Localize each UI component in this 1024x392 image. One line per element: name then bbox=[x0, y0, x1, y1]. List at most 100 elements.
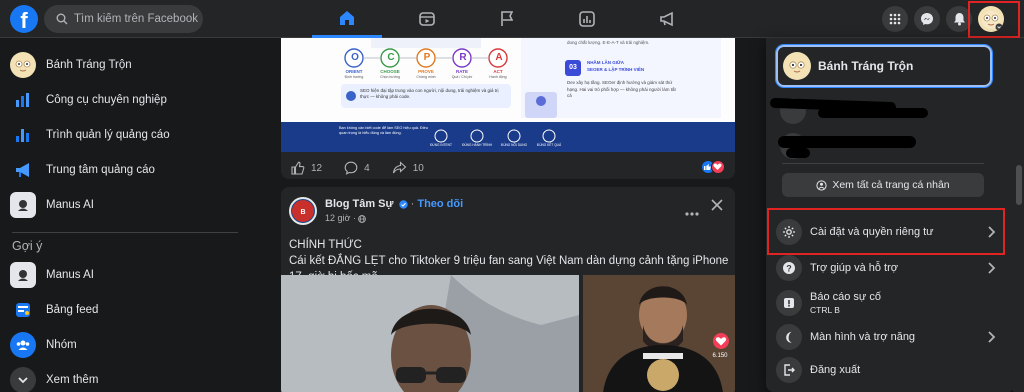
menu-item-report[interactable]: Báo cáo sự cố CTRL B bbox=[772, 288, 1000, 318]
sidebar-divider bbox=[12, 232, 238, 233]
svg-text:?: ? bbox=[786, 263, 792, 273]
post-image-infographic[interactable]: O C P R A ORIENT CHOOSE PROVE RATE ACT Đ… bbox=[281, 38, 735, 152]
nav-tab-video[interactable] bbox=[392, 0, 462, 38]
manus-icon bbox=[10, 262, 36, 288]
step-label: CHOOSE bbox=[380, 69, 400, 74]
menu-item-shortcut: CTRL B bbox=[810, 305, 840, 315]
sidebar-item-professional-tools[interactable]: Công cụ chuyên nghiệp bbox=[8, 83, 238, 117]
infographic-right-title-2: SEOER & LẬP TRÌNH VIÊN bbox=[587, 67, 645, 72]
globe-icon bbox=[358, 214, 367, 223]
reaction-summary[interactable] bbox=[701, 160, 725, 174]
search-box[interactable] bbox=[44, 5, 203, 33]
nav-tab-dashboard[interactable] bbox=[552, 0, 622, 38]
sidebar-item-manus-ai[interactable]: Manus AI bbox=[8, 188, 238, 222]
comment-count: 4 bbox=[364, 162, 370, 174]
share-count: 10 bbox=[412, 162, 424, 174]
scrollbar-track[interactable] bbox=[1013, 38, 1024, 392]
facebook-logo[interactable]: f bbox=[10, 5, 38, 33]
like-action[interactable]: 12 bbox=[291, 161, 322, 175]
menu-item-logout[interactable]: Đăng xuất bbox=[772, 353, 1000, 387]
comment-action[interactable]: 4 bbox=[344, 161, 370, 175]
sidebar-item-label: Trung tâm quảng cáo bbox=[46, 164, 155, 176]
thumbs-up-icon bbox=[291, 161, 305, 175]
post-time[interactable]: 12 giờ bbox=[325, 213, 350, 223]
post-photo-left[interactable] bbox=[281, 275, 579, 392]
chart-icon bbox=[10, 87, 36, 113]
sidebar-item-label: Manus AI bbox=[46, 199, 94, 211]
more-icon bbox=[685, 212, 699, 216]
chevron-right-icon bbox=[988, 331, 996, 343]
sidebar-see-more[interactable]: Xem thêm bbox=[8, 363, 238, 392]
footer-item: ĐÚNG KẾT QUẢ bbox=[536, 143, 562, 147]
redaction-mark bbox=[786, 148, 810, 158]
close-icon bbox=[711, 199, 723, 211]
highlight-settings-box bbox=[767, 208, 1005, 255]
megaphone-icon bbox=[10, 157, 36, 183]
sidebar-item-ad-center[interactable]: Trung tâm quảng cáo bbox=[8, 153, 238, 187]
post-header: B Blog Tâm Sự · Theo dõi 12 giờ · bbox=[289, 195, 729, 229]
infographic-right-title-1: NHẦM LẪN GIỮA bbox=[587, 60, 624, 65]
sidebar-item-label: Bảng feed bbox=[46, 304, 99, 316]
letter-c: C bbox=[387, 52, 395, 63]
step-label: PROVE bbox=[418, 69, 434, 74]
menu-item-help[interactable]: ? Trợ giúp và hỗ trợ bbox=[772, 251, 1000, 285]
dashboard-icon bbox=[579, 11, 595, 27]
menu-item-display[interactable]: Màn hình và trợ năng bbox=[772, 320, 1000, 354]
search-input[interactable] bbox=[74, 5, 198, 33]
heart-icon[interactable] bbox=[713, 333, 729, 349]
report-icon bbox=[776, 290, 802, 316]
feed-icon bbox=[10, 297, 36, 323]
footer-item: ĐÚNG HÀNH TRÌNH bbox=[462, 143, 492, 147]
moon-icon bbox=[776, 324, 802, 350]
flag-icon bbox=[501, 11, 514, 26]
sidebar-suggest-groups[interactable]: Nhóm bbox=[8, 328, 238, 362]
nav-tab-pages[interactable] bbox=[472, 0, 542, 38]
menu-item-label: Báo cáo sự cố bbox=[810, 291, 881, 303]
nav-tab-ads[interactable] bbox=[632, 0, 702, 38]
bar-chart-icon bbox=[10, 122, 36, 148]
menu-button[interactable] bbox=[882, 6, 908, 32]
more-options-button[interactable] bbox=[685, 203, 699, 221]
menu-grid-icon bbox=[889, 13, 901, 25]
current-profile-card[interactable]: Bánh Tráng Trộn bbox=[776, 45, 992, 87]
menu-item-label: Màn hình và trợ năng bbox=[810, 331, 916, 343]
chevron-right-icon bbox=[988, 262, 996, 274]
verified-icon bbox=[398, 199, 408, 209]
footer-item: ĐÚNG NỘI DUNG bbox=[500, 143, 528, 147]
sidebar-item-label: Trình quản lý quảng cáo bbox=[46, 129, 170, 141]
menu-item-label: Đăng xuất bbox=[810, 364, 861, 376]
step-label: RATE bbox=[456, 69, 468, 74]
megaphone-icon bbox=[660, 11, 673, 27]
author-name[interactable]: Blog Tâm Sự · Theo dõi bbox=[325, 198, 463, 210]
post-photo-right[interactable]: 6.150 bbox=[583, 275, 735, 392]
top-navigation-bar: f bbox=[0, 0, 1024, 38]
infographic-right-body: Dev xây hạ tầng. SEOer định hướng và giá… bbox=[567, 80, 676, 98]
infographic-footer-text: Bạn không cần biết code để làm SEO hiệu … bbox=[339, 126, 428, 135]
sidebar-item-ads-manager[interactable]: Trình quản lý quảng cáo bbox=[8, 118, 238, 152]
redaction-mark bbox=[778, 136, 916, 148]
step-sublabel: Chứng minh bbox=[416, 75, 436, 79]
search-icon bbox=[56, 13, 68, 25]
bell-icon bbox=[953, 13, 965, 26]
groups-icon bbox=[10, 332, 36, 358]
scrollbar-thumb[interactable] bbox=[1016, 165, 1022, 205]
follow-link[interactable]: Theo dõi bbox=[417, 198, 463, 210]
close-post-button[interactable] bbox=[710, 198, 724, 217]
overlay-count: 6.150 bbox=[712, 353, 728, 359]
sidebar-item-label: Nhóm bbox=[46, 339, 77, 351]
like-count: 12 bbox=[311, 162, 323, 174]
profiles-icon bbox=[816, 179, 827, 191]
nav-tab-home[interactable] bbox=[312, 0, 382, 38]
author-avatar[interactable]: B bbox=[289, 197, 317, 225]
sidebar-profile[interactable]: Bánh Tráng Trộn bbox=[8, 48, 238, 82]
step-label: ORIENT bbox=[345, 69, 363, 74]
infographic-badge: 03 bbox=[569, 64, 577, 71]
sidebar-suggest-manus-ai[interactable]: Manus AI bbox=[8, 258, 238, 292]
share-icon bbox=[392, 161, 407, 174]
share-action[interactable]: 10 bbox=[392, 161, 424, 175]
sidebar-item-label: Manus AI bbox=[46, 269, 94, 281]
sidebar-item-label: Xem thêm bbox=[46, 374, 99, 386]
sidebar-suggest-feed[interactable]: Bảng feed bbox=[8, 293, 238, 327]
messenger-button[interactable] bbox=[914, 6, 940, 32]
see-all-profiles-button[interactable]: Xem tất cả trang cá nhân bbox=[782, 173, 984, 197]
